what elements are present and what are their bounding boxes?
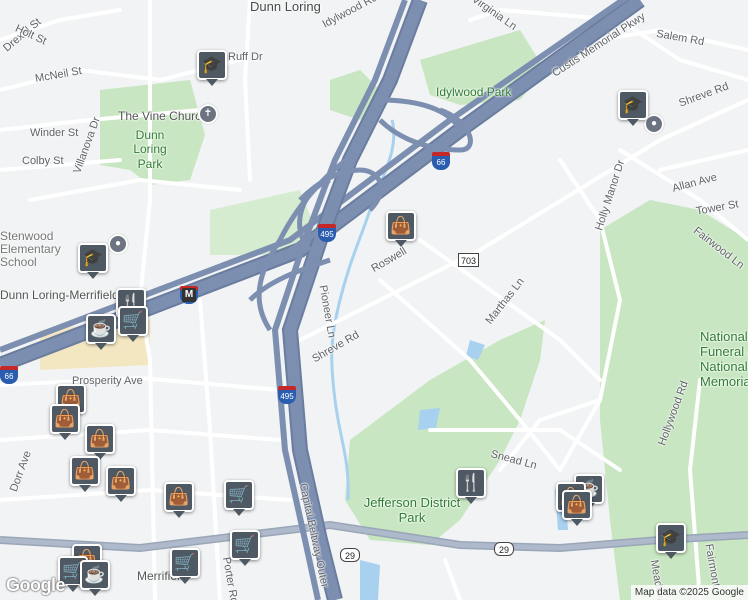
map-canvas[interactable]: Dunn Loring Idylwood Rd Virginia Ln Cust… <box>0 0 748 600</box>
google-logo: Google <box>6 575 66 595</box>
pond <box>360 560 380 600</box>
coffee-icon[interactable]: ☕ <box>80 560 110 596</box>
i66-shield: 66 <box>432 152 450 170</box>
shopping-bag-icon[interactable]: 👜 <box>386 211 416 247</box>
shopping-cart-icon[interactable]: 🛒 <box>224 480 254 516</box>
shopping-cart-icon[interactable]: 🛒 <box>118 306 148 342</box>
school-icon[interactable]: 🎓 <box>78 243 108 279</box>
shopping-bag-icon[interactable]: 👜 <box>562 490 592 526</box>
school-icon[interactable]: 🎓 <box>656 523 686 559</box>
route-703-shield: 703 <box>458 253 480 267</box>
restaurant-icon[interactable]: 🍴 <box>456 468 486 504</box>
shopping-cart-icon[interactable]: 🛒 <box>170 548 200 584</box>
memorial-label: National Funeral & National Memorial <box>700 329 748 389</box>
school-poi-icon[interactable]: ● <box>108 234 128 254</box>
route-29-shield: 29 <box>340 548 360 562</box>
park-label: Jefferson District Park <box>363 495 461 525</box>
i66-shield: 66 <box>0 366 18 384</box>
place-label: The Vine Church <box>118 109 208 123</box>
shopping-bag-icon[interactable]: 👜 <box>70 456 100 492</box>
i495-shield: 495 <box>318 224 336 242</box>
school-icon[interactable]: 🎓 <box>197 50 227 86</box>
i495-shield: 495 <box>278 386 296 404</box>
park-label: Dunn Loring Park <box>133 128 167 171</box>
road-label: Colby St <box>22 155 64 167</box>
shopping-bag-icon[interactable]: 👜 <box>85 424 115 460</box>
metro-icon[interactable]: M <box>182 288 196 302</box>
school-icon[interactable]: 🎓 <box>618 90 648 126</box>
shopping-bag-icon[interactable]: 👜 <box>106 466 136 502</box>
route-29-shield: 29 <box>494 542 514 556</box>
road-label: Winder St <box>30 127 79 139</box>
shopping-bag-icon[interactable]: 👜 <box>50 404 80 440</box>
road-label: Ruff Dr <box>228 51 263 63</box>
coffee-icon[interactable]: ☕ <box>86 314 116 350</box>
shopping-bag-icon[interactable]: 👜 <box>164 482 194 518</box>
road-label: Dunn Loring <box>250 0 321 14</box>
map-attribution[interactable]: Map data ©2025 Google <box>630 585 748 600</box>
shopping-cart-icon[interactable]: 🛒 <box>230 530 260 566</box>
park-label: Idylwood Park <box>436 85 512 99</box>
school-label: Stenwood Elementary School <box>0 229 61 270</box>
metro-label: Dunn Loring-Merrifield <box>0 288 119 302</box>
church-icon[interactable]: ✝ <box>198 104 218 124</box>
